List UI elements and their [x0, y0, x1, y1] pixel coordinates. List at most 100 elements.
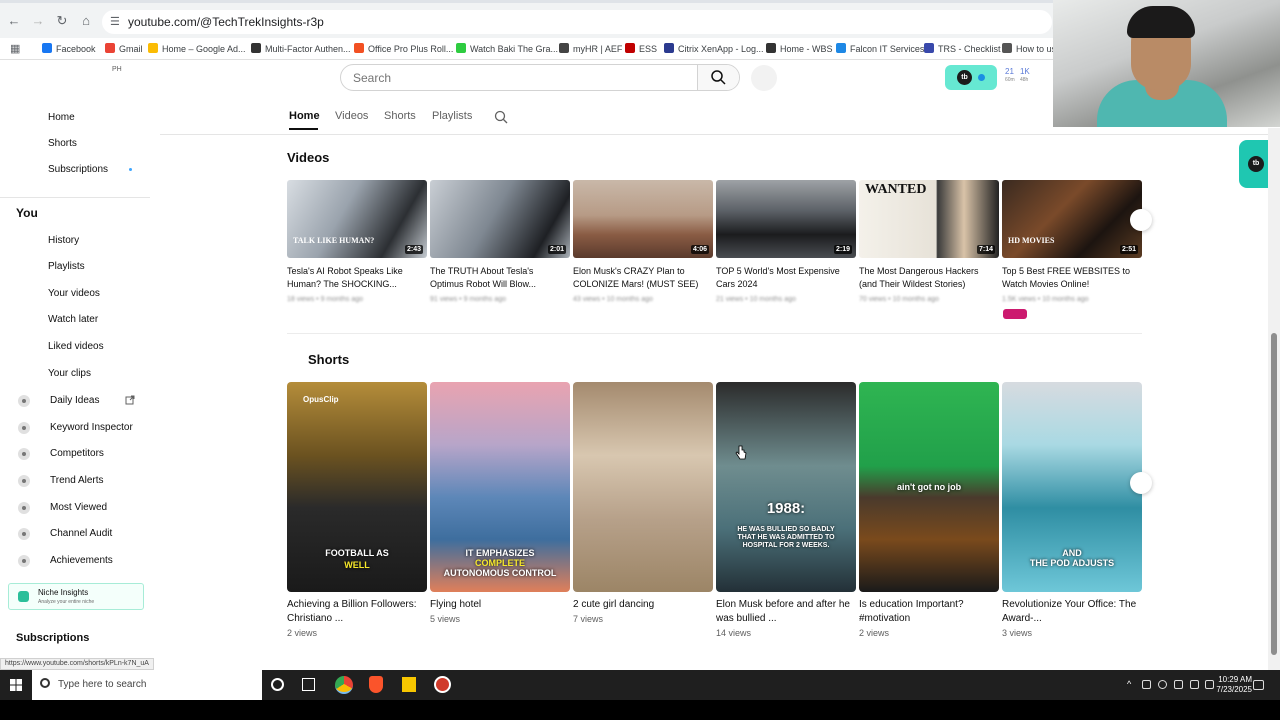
sidebar-item-watch-later[interactable]: Watch later [48, 312, 98, 328]
sidebar-item-subscriptions[interactable]: Subscriptions [48, 162, 108, 178]
webcam-person-hair [1127, 6, 1195, 38]
video-title[interactable]: Elon Musk's CRAZY Plan to COLONIZE Mars!… [573, 265, 711, 291]
tray-app-icon[interactable] [1142, 680, 1151, 689]
sidebar-item-liked-videos[interactable]: Liked videos [48, 339, 104, 355]
short-thumbnail[interactable]: ain't got no job [859, 382, 999, 592]
chrome-taskbar-icon[interactable] [335, 676, 353, 694]
video-thumbnail[interactable]: 2:01 [430, 180, 570, 258]
bookmark-item[interactable]: myHR | AEF [559, 38, 622, 60]
bookmark-item[interactable]: Gmail [105, 38, 143, 60]
sidebar-tool-item[interactable]: Channel Audit [50, 526, 112, 542]
sidebar-item-home[interactable]: Home [48, 110, 75, 126]
video-thumbnail[interactable]: TALK LIKE HUMAN? 2:43 [287, 180, 427, 258]
task-view-icon[interactable] [302, 678, 315, 691]
short-title[interactable]: Flying hotel [430, 598, 568, 612]
bookmark-item[interactable]: ESS [625, 38, 657, 60]
bookmark-item[interactable]: Citrix XenApp - Log... [664, 38, 764, 60]
sidebar-item-shorts[interactable]: Shorts [48, 136, 77, 152]
short-title[interactable]: Revolutionize Your Office: The Award-... [1002, 598, 1140, 626]
subscriptions-section-title: Subscriptions [16, 632, 90, 644]
back-icon[interactable]: ← [6, 13, 22, 29]
sidebar-item-history[interactable]: History [48, 233, 79, 249]
sidebar-tool-item[interactable]: Most Viewed [50, 500, 107, 516]
windows-start-icon[interactable] [10, 679, 22, 691]
reload-icon[interactable]: ↻ [54, 13, 70, 29]
short-thumbnail[interactable]: IT EMPHASIZES COMPLETE AUTONOMOUS CONTROL [430, 382, 570, 592]
bookmark-label: Office Pro Plus Roll... [368, 44, 454, 54]
bookmark-item[interactable]: Facebook [42, 38, 96, 60]
bookmark-item[interactable]: Watch Baki The Gra... [456, 38, 558, 60]
tab-playlists[interactable]: Playlists [432, 110, 472, 122]
address-bar[interactable]: ☰ youtube.com/@TechTrekInsights-r3p [102, 10, 1052, 34]
short-caption: ain't got no job [896, 482, 962, 492]
volume-icon[interactable] [1190, 680, 1199, 689]
video-thumbnail[interactable]: 2:19 [716, 180, 856, 258]
tool-icon [18, 422, 30, 434]
short-title[interactable]: 2 cute girl dancing [573, 598, 711, 612]
apps-grid-icon[interactable]: ▦ [10, 38, 20, 60]
short-thumbnail[interactable] [573, 382, 713, 592]
sidebar-tool-item[interactable]: Trend Alerts [50, 473, 104, 489]
video-thumbnail[interactable]: HD MOVIES 2:51 [1002, 180, 1142, 258]
video-thumbnail[interactable]: WANTED 7:14 [859, 180, 999, 258]
search-button[interactable] [697, 65, 739, 90]
short-caption: AND [1062, 548, 1082, 558]
bookmark-item[interactable]: Falcon IT Services [836, 38, 924, 60]
forward-icon[interactable]: → [30, 13, 46, 29]
video-title[interactable]: Tesla's AI Robot Speaks Like Human? The … [287, 265, 425, 291]
bookmark-item[interactable]: Multi-Factor Authen... [251, 38, 351, 60]
sidebar-tool-item[interactable]: Daily Ideas [50, 393, 99, 409]
sidebar-tool-item[interactable]: Keyword Inspector [50, 420, 133, 436]
tab-home[interactable]: Home [289, 110, 320, 122]
brave-taskbar-icon[interactable] [369, 676, 383, 693]
bookmark-item[interactable]: Home – Google Ad... [148, 38, 246, 60]
tab-shorts[interactable]: Shorts [384, 110, 416, 122]
short-thumbnail[interactable]: 1988: HE WAS BULLIED SO BADLY THAT HE WAS… [716, 382, 856, 592]
short-thumbnail[interactable]: FOOTBALL AS WELL OpusClip [287, 382, 427, 592]
video-duration: 2:51 [1119, 245, 1138, 254]
short-thumbnail[interactable]: AND THE POD ADJUSTS [1002, 382, 1142, 592]
shorts-next-button[interactable] [1130, 472, 1152, 494]
sidebar-tool-item[interactable]: Achievements [50, 553, 113, 569]
network-icon[interactable] [1174, 680, 1183, 689]
bookmark-favicon-icon [836, 43, 846, 53]
notifications-icon[interactable] [1253, 680, 1264, 690]
tool-icon [18, 555, 30, 567]
clock[interactable]: 10:29 AM 7/23/2025 [1216, 675, 1252, 695]
short-title[interactable]: Achieving a Billion Followers: Christian… [287, 598, 425, 626]
video-title[interactable]: TOP 5 World's Most Expensive Cars 2024 [716, 265, 854, 291]
niche-insights-button[interactable]: Niche Insights Analyze your entire niche [8, 583, 144, 610]
sticky-notes-taskbar-icon[interactable] [402, 677, 416, 692]
site-info-icon[interactable]: ☰ [110, 10, 120, 34]
page-scrollbar[interactable] [1268, 128, 1280, 670]
sidebar-item-your-videos[interactable]: Your videos [48, 286, 100, 302]
you-section-title[interactable]: You [16, 206, 38, 220]
tab-videos[interactable]: Videos [335, 110, 368, 122]
taskbar-search[interactable]: Type here to search [32, 670, 262, 700]
cortana-icon[interactable] [271, 678, 284, 691]
short-title[interactable]: Is education Important? #motivation [859, 598, 997, 626]
sidebar-item-your-clips[interactable]: Your clips [48, 366, 91, 382]
video-thumbnail[interactable]: 4:06 [573, 180, 713, 258]
bookmark-item[interactable]: Office Pro Plus Roll... [354, 38, 453, 60]
video-title[interactable]: The Most Dangerous Hackers (and Their Wi… [859, 265, 997, 291]
search-input[interactable] [341, 65, 699, 90]
tray-chevron-icon[interactable]: ^ [1127, 680, 1136, 689]
tray-sync-icon[interactable] [1158, 680, 1167, 689]
voice-search-button[interactable] [751, 65, 777, 91]
battery-icon[interactable] [1205, 680, 1214, 689]
sidebar-tool-item[interactable]: Competitors [50, 446, 104, 462]
videos-next-button[interactable] [1130, 209, 1152, 231]
sidebar-item-playlists[interactable]: Playlists [48, 259, 85, 275]
home-icon[interactable]: ⌂ [78, 13, 94, 29]
extension-button[interactable]: tb [945, 65, 997, 90]
channel-search-icon[interactable] [494, 110, 508, 124]
short-title[interactable]: Elon Musk before and after he was bullie… [716, 598, 854, 626]
video-title[interactable]: Top 5 Best FREE WEBSITES to Watch Movies… [1002, 265, 1140, 291]
bookmark-item[interactable]: Home - WBS [766, 38, 833, 60]
video-title[interactable]: The TRUTH About Tesla's Optimus Robot Wi… [430, 265, 568, 291]
bookmark-item[interactable]: How to us [1002, 38, 1056, 60]
bookmark-item[interactable]: TRS - Checklist [924, 38, 1001, 60]
app-taskbar-icon[interactable] [434, 676, 451, 693]
scrollbar-thumb[interactable] [1271, 333, 1277, 655]
